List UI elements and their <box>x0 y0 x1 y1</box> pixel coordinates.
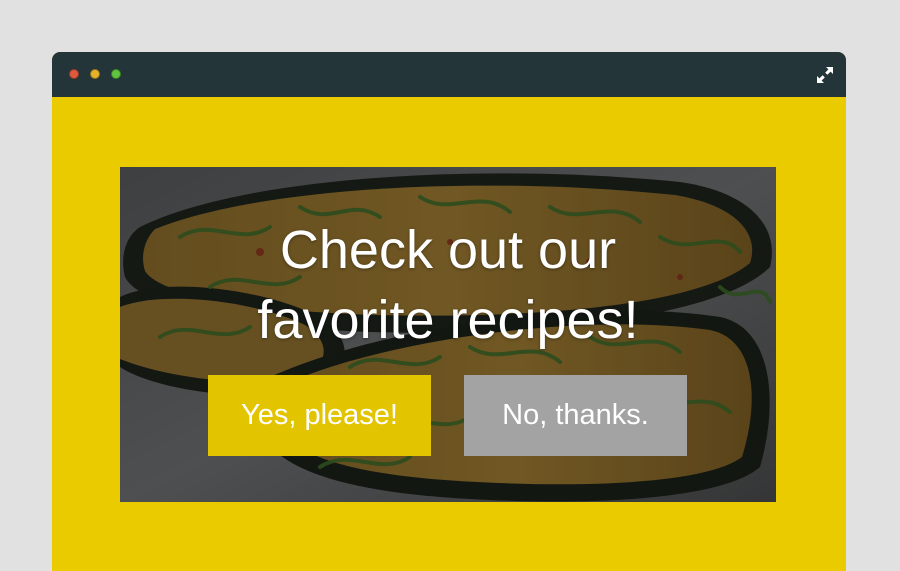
popup-title: Check out our favorite recipes! <box>120 215 776 355</box>
no-thanks-button[interactable]: No, thanks. <box>464 375 687 456</box>
recipe-popup: Check out our favorite recipes! Yes, ple… <box>120 167 776 502</box>
popup-title-line-1: Check out our <box>279 220 617 280</box>
close-dot-icon[interactable] <box>69 69 79 79</box>
window-titlebar <box>52 52 846 97</box>
maximize-dot-icon[interactable] <box>111 69 121 79</box>
expand-arrows-icon[interactable] <box>816 66 834 84</box>
popup-title-line-2: favorite recipes! <box>257 290 639 350</box>
yes-please-button[interactable]: Yes, please! <box>208 375 431 456</box>
minimize-dot-icon[interactable] <box>90 69 100 79</box>
browser-window: Check out our favorite recipes! Yes, ple… <box>52 52 846 571</box>
